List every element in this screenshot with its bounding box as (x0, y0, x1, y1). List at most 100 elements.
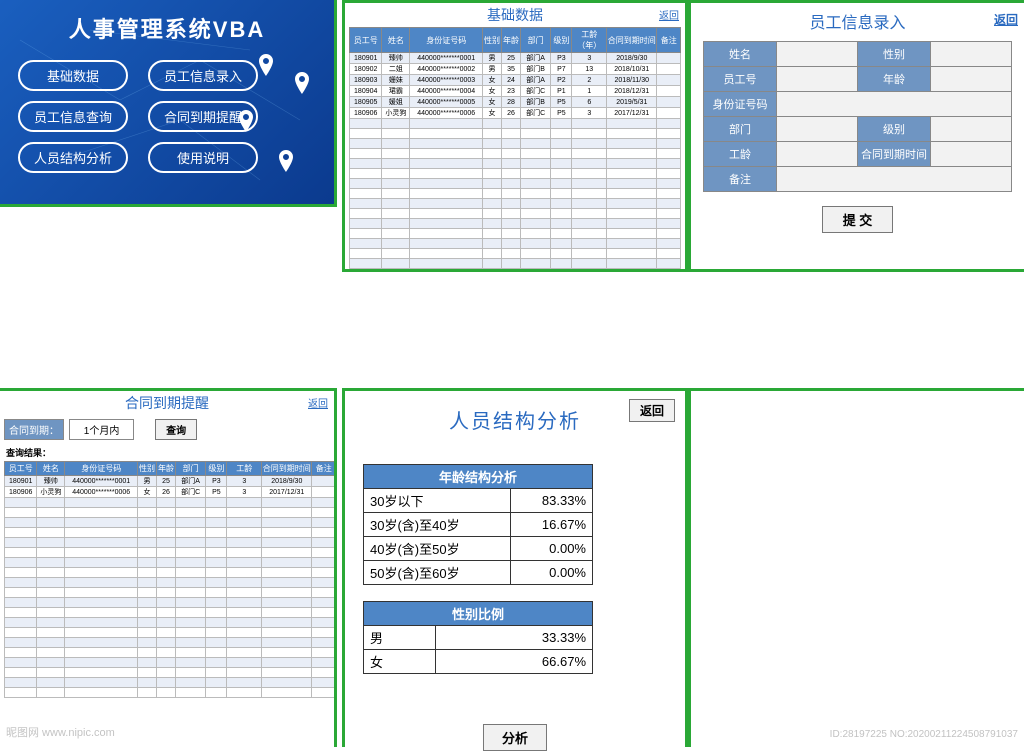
col-header: 姓名 (382, 28, 410, 53)
input-remark[interactable] (777, 167, 1012, 192)
table-row (5, 618, 336, 628)
input-expire[interactable] (931, 142, 1012, 167)
table-row (5, 668, 336, 678)
col-header: 员工号 (350, 28, 382, 53)
table-row[interactable]: 180903姗妹440000*******0003女24部门AP222018/1… (350, 75, 681, 86)
table-row[interactable]: 180901臻帅440000*******0001男25部门AP332018/9… (5, 476, 336, 487)
entry-form: 姓名性别 员工号年龄 身份证号码 部门级别 工龄合同到期时间 备注 (703, 41, 1012, 192)
table-row (5, 538, 336, 548)
table-row (350, 239, 681, 249)
table-row (350, 189, 681, 199)
table-row[interactable]: 180901臻帅440000*******0001男25部门AP332018/9… (350, 53, 681, 64)
table-row (5, 658, 336, 668)
analyze-button[interactable]: 分析 (483, 724, 547, 751)
reminder-table: 员工号姓名身份证号码性别年龄部门级别工龄合同到期时间备注180901臻帅4400… (4, 461, 336, 698)
input-age[interactable] (931, 67, 1012, 92)
table-row (5, 678, 336, 688)
table-row (5, 638, 336, 648)
age-table: 年龄结构分析30岁以下83.33%30岁(含)至40岁16.67%40岁(含)至… (363, 464, 593, 585)
label-dept: 部门 (704, 117, 777, 142)
query-button[interactable]: 查询 (155, 419, 197, 440)
table-row (350, 199, 681, 209)
result-label: 查询结果： (6, 446, 328, 459)
table-row (350, 219, 681, 229)
col-header: 合同到期时间 (607, 28, 657, 53)
col-header: 性别 (138, 462, 157, 476)
entry-title: 员工信息录入 (809, 15, 905, 32)
col-header: 员工号 (5, 462, 37, 476)
table-row (5, 518, 336, 528)
input-name[interactable] (777, 42, 858, 67)
input-tenure[interactable] (777, 142, 858, 167)
table-row (5, 598, 336, 608)
table-row (350, 179, 681, 189)
col-header: 级别 (551, 28, 572, 53)
gender-table: 性别比例男33.33%女66.67% (363, 601, 593, 674)
analysis-header: 性别比例 (364, 602, 593, 626)
menu-button-1[interactable]: 员工信息录入 (148, 60, 258, 91)
menu-button-0[interactable]: 基础数据 (18, 60, 128, 91)
analysis-header: 年龄结构分析 (364, 465, 593, 489)
query-value[interactable]: 1个月内 (69, 419, 135, 440)
table-row (350, 139, 681, 149)
base-data-table: 员工号姓名身份证号码性别年龄部门级别工龄（年）合同到期时间备注180901臻帅4… (349, 27, 681, 269)
watermark-right: ID:28197225 NO:20200211224508791037 (830, 729, 1018, 740)
col-header: 备注 (312, 462, 336, 476)
table-row: 40岁(含)至50岁0.00% (364, 537, 593, 561)
label-gender: 性别 (858, 42, 931, 67)
query-label: 合同到期： (4, 419, 64, 440)
col-header: 部门 (521, 28, 551, 53)
base-data-panel: 基础数据 返回 员工号姓名身份证号码性别年龄部门级别工龄（年）合同到期时间备注1… (342, 0, 688, 272)
reminder-title: 合同到期提醒 (125, 395, 209, 411)
col-header: 备注 (657, 28, 681, 53)
table-row (350, 209, 681, 219)
input-level[interactable] (931, 117, 1012, 142)
table-row[interactable]: 180906小灵狗440000*******0006女26部门CP532017/… (5, 487, 336, 498)
col-header: 年龄 (502, 28, 521, 53)
table-row: 女66.67% (364, 650, 593, 674)
table-row (350, 259, 681, 269)
analysis-title: 人员结构分析 (345, 405, 685, 434)
reminder-panel: 合同到期提醒 返回 合同到期： 1个月内 查询 查询结果： 员工号姓名身份证号码… (0, 388, 337, 747)
table-row (5, 508, 336, 518)
table-row (350, 119, 681, 129)
menu-button-2[interactable]: 员工信息查询 (18, 101, 128, 132)
back-link[interactable]: 返回 (994, 11, 1018, 28)
label-age: 年龄 (858, 67, 931, 92)
label-tenure: 工龄 (704, 142, 777, 167)
table-row (350, 249, 681, 259)
table-row: 男33.33% (364, 626, 593, 650)
col-header: 工龄 (227, 462, 262, 476)
table-row[interactable]: 180904珺霸440000*******0004女23部门CP112018/1… (350, 86, 681, 97)
menu-button-4[interactable]: 人员结构分析 (18, 142, 128, 173)
menu-button-3[interactable]: 合同到期提醒 (148, 101, 258, 132)
table-row (5, 588, 336, 598)
col-header: 身份证号码 (410, 28, 483, 53)
back-link[interactable]: 返回 (308, 395, 328, 410)
col-header: 年龄 (157, 462, 176, 476)
input-empno[interactable] (777, 67, 858, 92)
col-header: 身份证号码 (65, 462, 138, 476)
input-dept[interactable] (777, 117, 858, 142)
submit-button[interactable]: 提 交 (822, 206, 894, 233)
col-header: 合同到期时间 (262, 462, 312, 476)
table-row (350, 229, 681, 239)
label-level: 级别 (858, 117, 931, 142)
table-row: 30岁(含)至40岁16.67% (364, 513, 593, 537)
base-title: 基础数据 (487, 7, 543, 23)
table-row[interactable]: 180906小灵狗440000*******0006女26部门CP532017/… (350, 108, 681, 119)
back-link[interactable]: 返回 (659, 7, 679, 22)
col-header: 级别 (206, 462, 227, 476)
table-row[interactable]: 180905媛姐440000*******0005女28部门BP562019/5… (350, 97, 681, 108)
col-header: 姓名 (37, 462, 65, 476)
input-gender[interactable] (931, 42, 1012, 67)
table-row (5, 558, 336, 568)
table-row (350, 149, 681, 159)
table-row: 30岁以下83.33% (364, 489, 593, 513)
input-idcard[interactable] (777, 92, 1012, 117)
table-row (350, 169, 681, 179)
menu-button-5[interactable]: 使用说明 (148, 142, 258, 173)
label-remark: 备注 (704, 167, 777, 192)
table-row[interactable]: 180902二姐440000*******0002男35部门BP7132018/… (350, 64, 681, 75)
table-row (5, 498, 336, 508)
